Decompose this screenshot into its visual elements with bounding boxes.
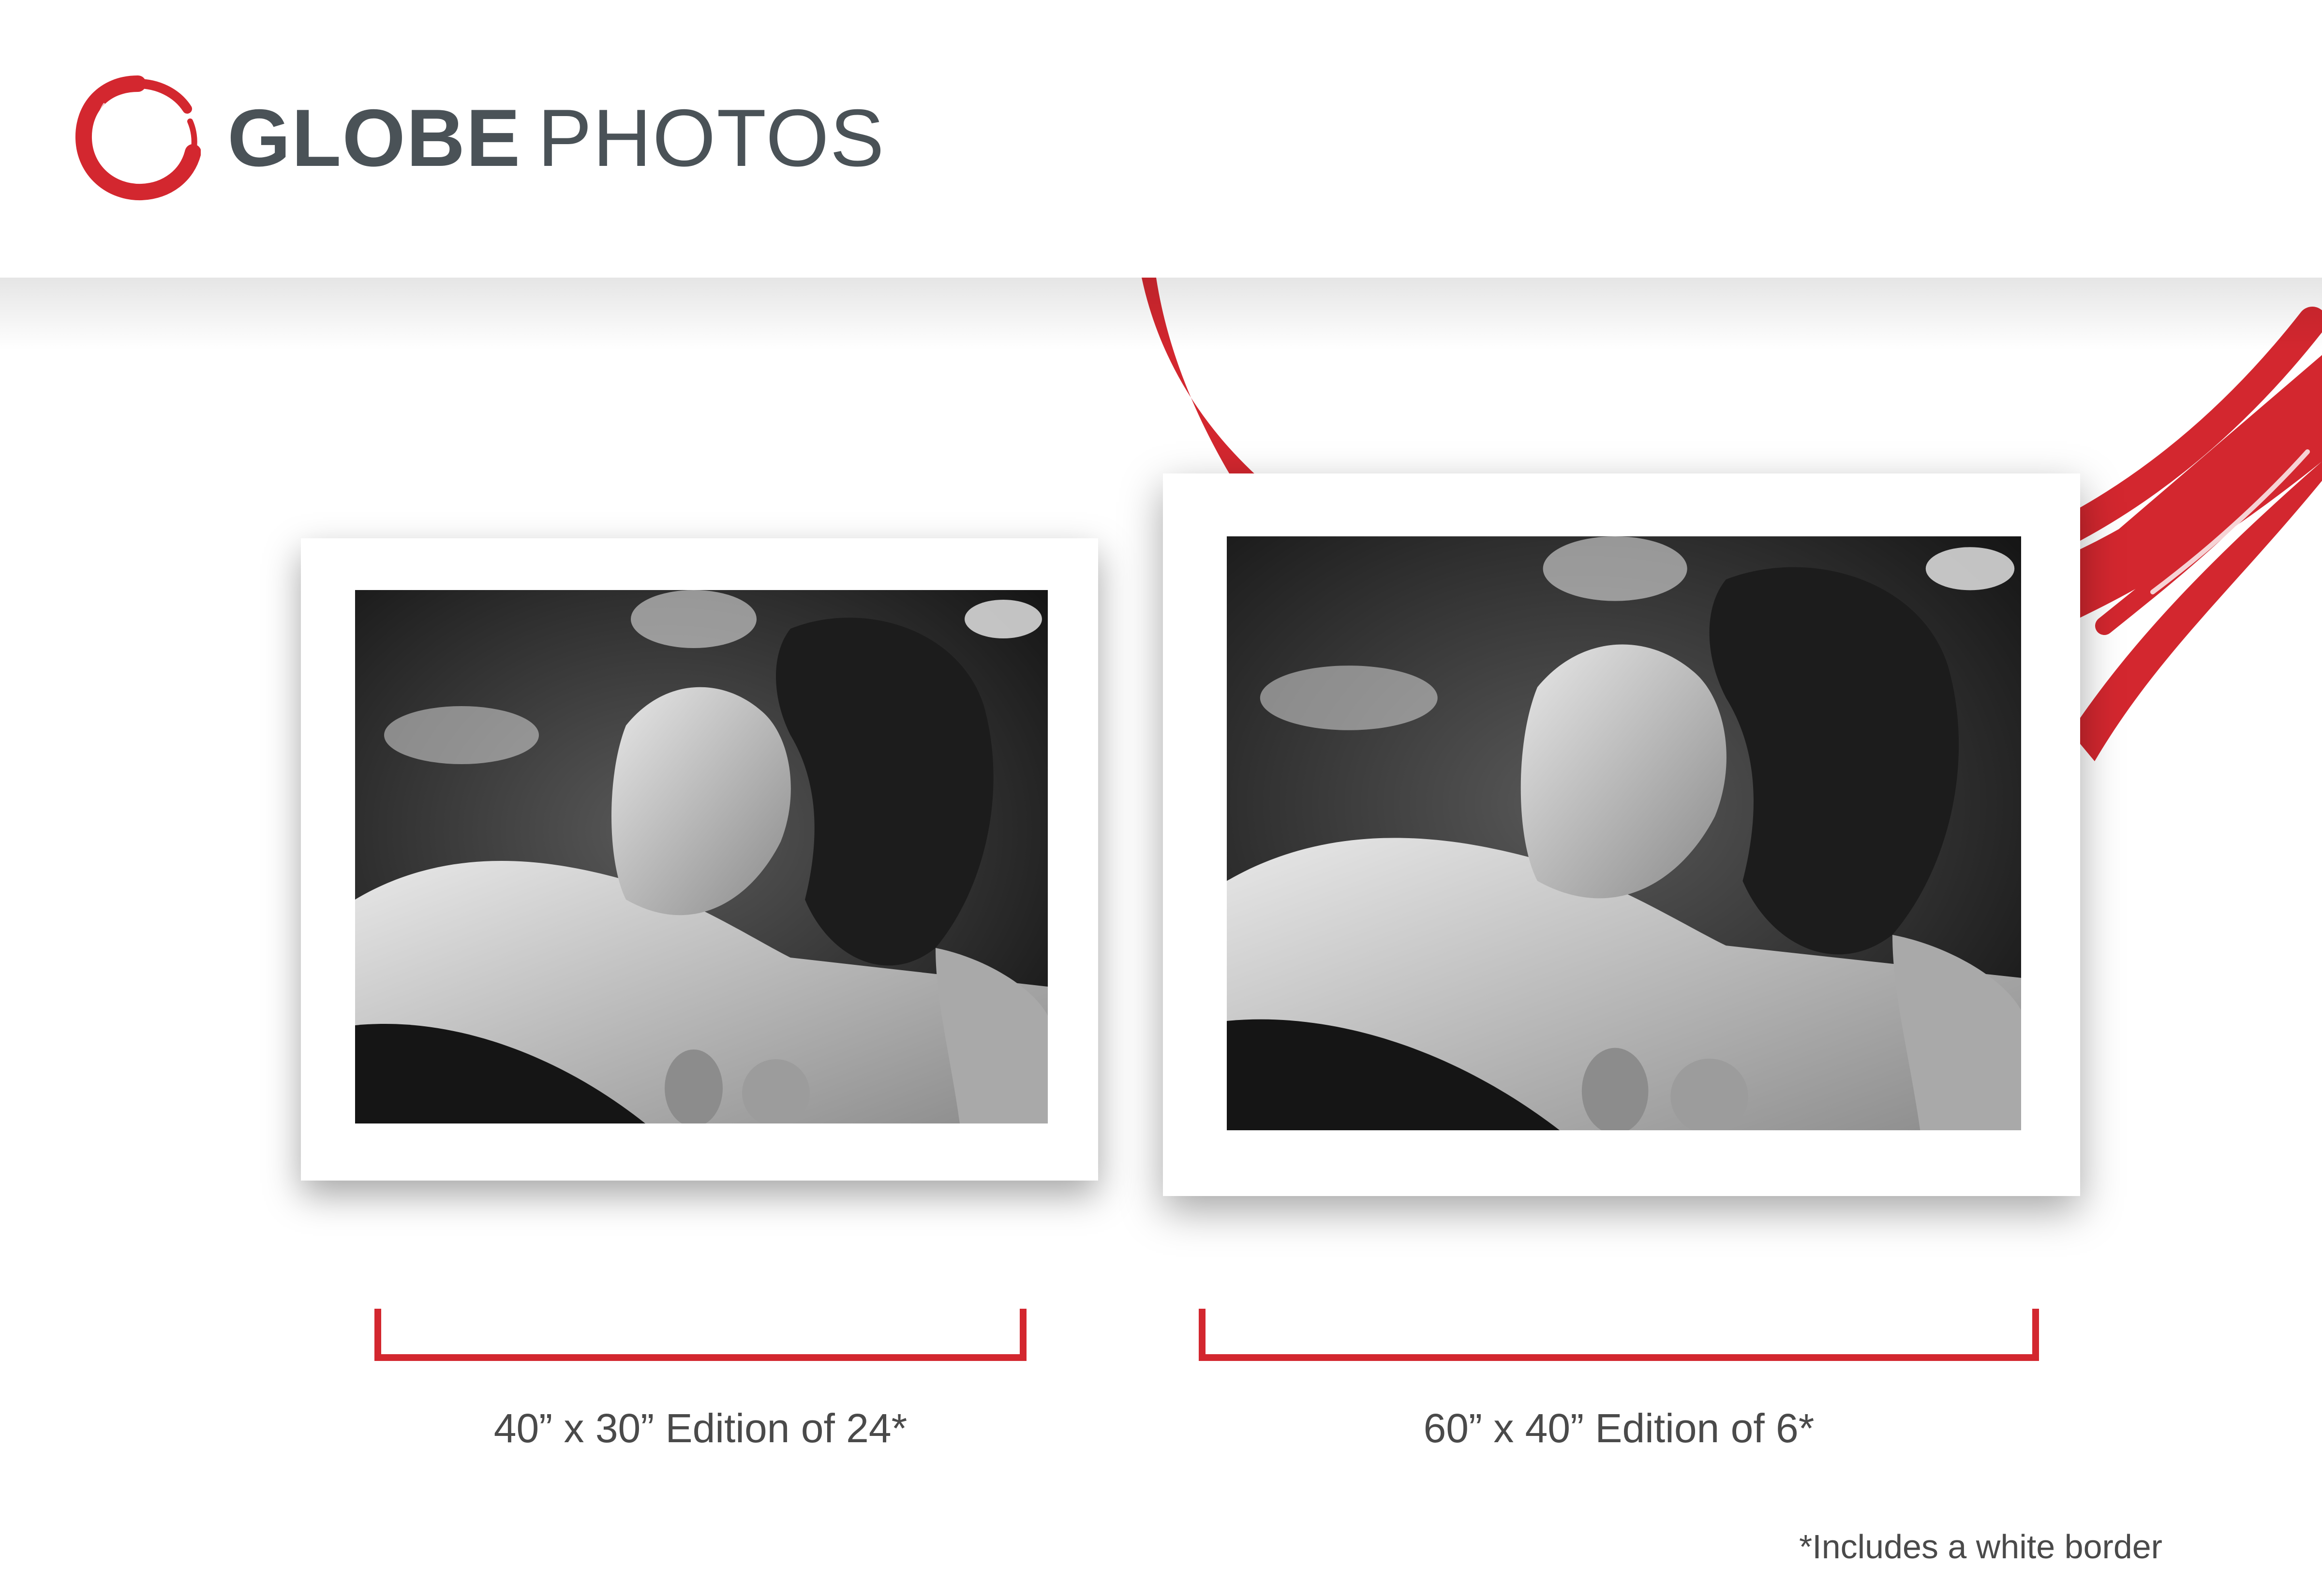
portrait-photo [1227, 536, 2021, 1130]
print-60x40 [1163, 473, 2080, 1196]
globe-photos-logo-icon [75, 75, 201, 201]
edition-caption-60x40: 60” x 40” Edition of 6* [1423, 1405, 1815, 1451]
footnote: *Includes a white border [1799, 1528, 2162, 1566]
header: GLOBE PHOTOS [0, 0, 2322, 278]
edition-caption-40x30: 40” x 30” Edition of 24* [493, 1405, 908, 1451]
size-bracket-left [374, 1309, 1027, 1361]
brand-name: GLOBE PHOTOS [227, 89, 885, 186]
header-divider-shadow [0, 278, 2322, 350]
brand-name-bold: GLOBE [227, 92, 521, 183]
page: GLOBE PHOTOS 40” x 30” Edition of 24* 60… [0, 0, 2322, 1596]
print-40x30 [301, 538, 1098, 1181]
size-bracket-right [1199, 1309, 2039, 1361]
brand-name-light: PHOTOS [537, 92, 885, 183]
portrait-photo [355, 590, 1048, 1123]
